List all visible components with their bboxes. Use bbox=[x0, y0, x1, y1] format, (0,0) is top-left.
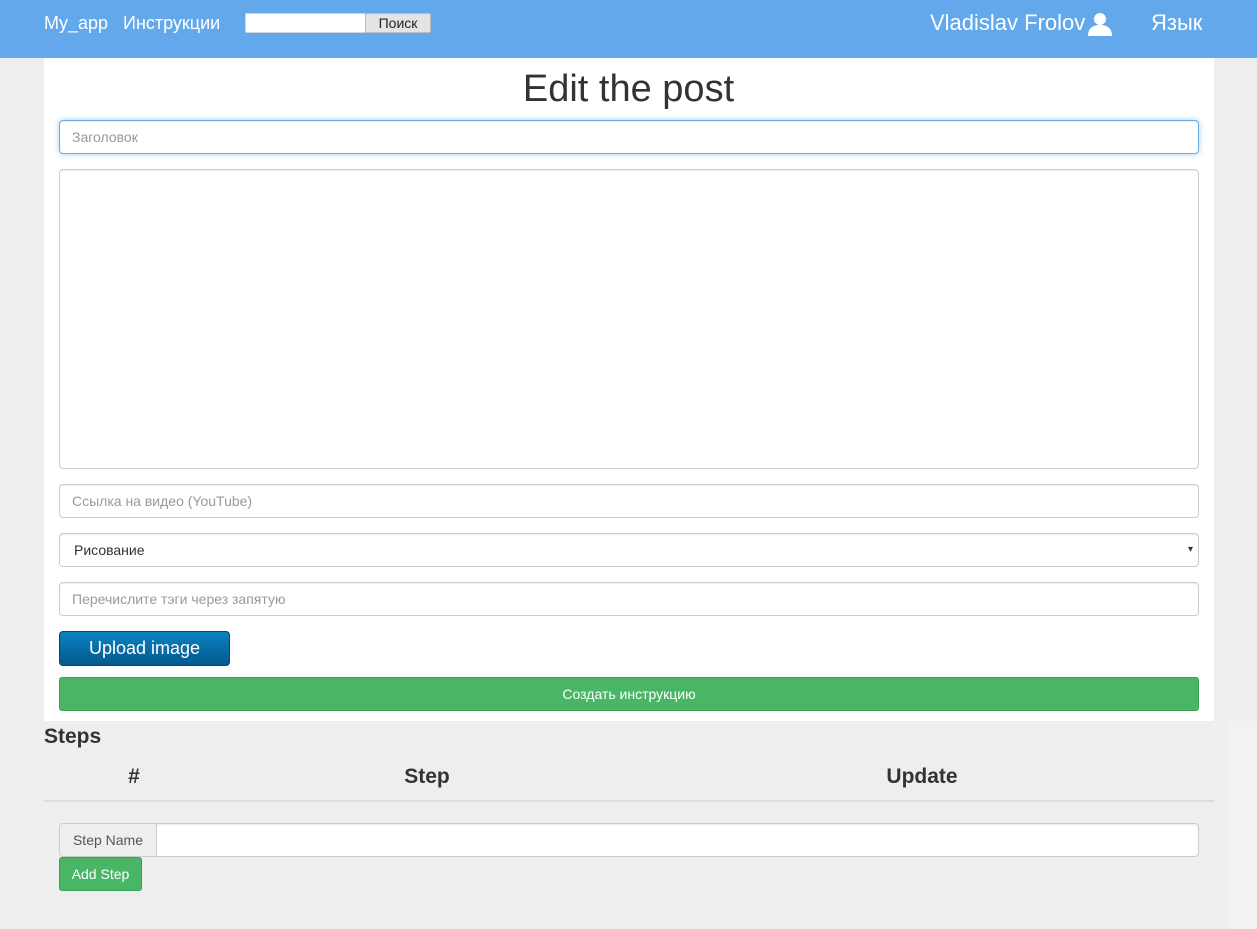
column-header-update: Update bbox=[886, 765, 958, 788]
table-divider bbox=[44, 800, 1214, 802]
column-header-step: Step bbox=[404, 765, 450, 788]
search-input[interactable] bbox=[245, 13, 366, 33]
add-step-button[interactable]: Add Step bbox=[59, 857, 142, 891]
post-body-textarea[interactable] bbox=[59, 169, 1199, 469]
page-title: Edit the post bbox=[522, 68, 735, 110]
user-name-link[interactable]: Vladislav Frolov bbox=[930, 10, 1085, 36]
brand-link[interactable]: My_app bbox=[44, 11, 108, 35]
category-select[interactable]: Рисование ▾ bbox=[59, 533, 1199, 567]
language-menu[interactable]: Язык bbox=[1151, 10, 1202, 36]
create-instruction-button[interactable]: Создать инструкцию bbox=[59, 677, 1199, 711]
step-name-input[interactable] bbox=[156, 823, 1199, 857]
page-background bbox=[1228, 721, 1257, 929]
steps-heading: Steps bbox=[44, 725, 102, 748]
column-header-number: # bbox=[128, 765, 140, 788]
top-navbar: My_app Инструкции Поиск Vladislav Frolov… bbox=[0, 0, 1257, 58]
chevron-down-icon: ▾ bbox=[1187, 544, 1193, 555]
user-icon[interactable] bbox=[1087, 12, 1113, 36]
category-selected-value: Рисование bbox=[74, 542, 145, 558]
step-name-label: Step Name bbox=[59, 823, 156, 857]
tags-input[interactable] bbox=[59, 582, 1199, 616]
search-button[interactable]: Поиск bbox=[365, 13, 431, 33]
nav-link-instructions[interactable]: Инструкции bbox=[123, 11, 220, 35]
upload-image-button[interactable]: Upload image bbox=[59, 631, 230, 666]
video-link-input[interactable] bbox=[59, 484, 1199, 518]
post-title-input[interactable] bbox=[59, 120, 1199, 154]
